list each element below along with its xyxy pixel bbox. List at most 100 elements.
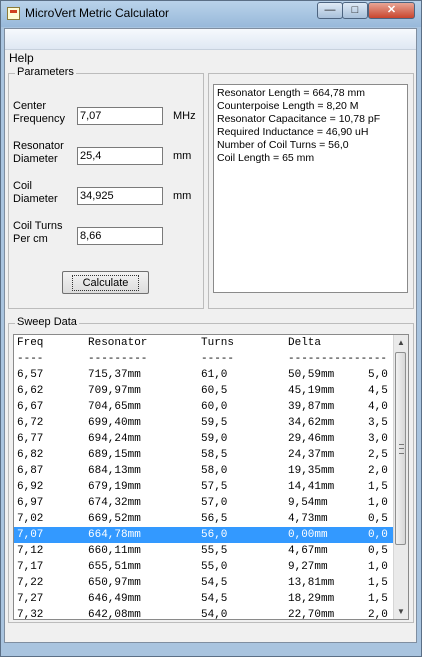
menu-bar — [5, 29, 416, 50]
cell: 684,13mm — [88, 465, 141, 477]
cell: 709,97mm — [88, 385, 141, 397]
cell: 6,97 — [17, 497, 44, 509]
coil-diameter-unit: mm — [173, 190, 192, 202]
cell: 669,52mm — [88, 513, 141, 525]
list-item[interactable]: 6,87 684,13mm 58,0 19,35mm 2,0 — [14, 463, 395, 479]
scroll-up-icon[interactable]: ▲ — [394, 335, 408, 350]
cell: 59,0 — [201, 433, 228, 445]
cell: 22,70mm — [288, 609, 335, 620]
cell: 1,5 — [368, 577, 388, 589]
cell: 18,29mm — [288, 593, 335, 605]
cell: 50,59mm — [288, 369, 335, 381]
cell: 7,12 — [17, 545, 44, 557]
cell: 6,57 — [17, 369, 44, 381]
resonator-diameter-input[interactable] — [77, 147, 163, 165]
cell: 57,0 — [201, 497, 228, 509]
list-item[interactable]: 6,72 699,40mm 59,5 34,62mm 3,5 — [14, 415, 395, 431]
cell: 1,5 — [368, 481, 388, 493]
center-frequency-label-line1: Center — [13, 100, 47, 112]
cell: 55,0 — [201, 561, 228, 573]
cell: 56,0 — [201, 529, 228, 541]
list-item[interactable]: 6,77 694,24mm 59,0 29,46mm 3,0 — [14, 431, 395, 447]
cell: 34,62mm — [288, 417, 335, 429]
cell: 6,72 — [17, 417, 44, 429]
result-required-inductance: Required Inductance = 46,90 uH — [217, 126, 369, 138]
cell: 7,22 — [17, 577, 44, 589]
cell: 4,5 — [368, 385, 388, 397]
cell: 6,67 — [17, 401, 44, 413]
cell: 664,78mm — [88, 529, 141, 541]
list-item[interactable]: 7,02 669,52mm 56,5 4,73mm 0,5 T — [14, 511, 401, 527]
cell: 646,49mm — [88, 593, 141, 605]
cell: 13,81mm — [288, 577, 335, 589]
result-counterpoise-length: Counterpoise Length = 8,20 M — [217, 100, 359, 112]
client-area: Help Parameters Center Frequency MHz Res… — [4, 28, 417, 643]
title-bar[interactable]: MicroVert Metric Calculator — □ ✕ — [1, 1, 421, 27]
list-item[interactable]: 7,17 655,51mm 55,0 9,27mm 1,0 T — [14, 559, 401, 575]
result-coil-turns: Number of Coil Turns = 56,0 — [217, 139, 349, 151]
scroll-down-icon[interactable]: ▼ — [394, 604, 408, 619]
cell: 704,65mm — [88, 401, 141, 413]
list-item[interactable]: 6,67 704,65mm 60,0 39,87mm 4,0 — [14, 399, 395, 415]
cell: 2,5 — [368, 449, 388, 461]
cell: 55,5 — [201, 545, 228, 557]
close-button[interactable]: ✕ — [368, 2, 415, 19]
cell: 6,77 — [17, 433, 44, 445]
cell: 655,51mm — [88, 561, 141, 573]
cell: --------------- — [288, 353, 388, 365]
cell: 4,67mm — [288, 545, 328, 557]
resonator-diameter-unit: mm — [173, 150, 192, 162]
app-window: MicroVert Metric Calculator — □ ✕ Help P… — [0, 0, 422, 657]
list-item[interactable]: 6,57 715,37mm 61,0 50,59mm 5,0 — [14, 367, 395, 383]
coil-diameter-input[interactable] — [77, 187, 163, 205]
list-item[interactable]: 6,97 674,32mm 57,0 9,54mm 1,0 T — [14, 495, 401, 511]
results-textbox[interactable]: Resonator Length = 664,78 mm Counterpois… — [213, 84, 408, 293]
sweep-data-list[interactable]: Freq Resonator Turns Delta ---- --------- ----… — [13, 334, 409, 620]
cell: 58,0 — [201, 465, 228, 477]
cell: 679,19mm — [88, 481, 141, 493]
cell: 3,0 — [368, 433, 388, 445]
cell: 715,37mm — [88, 369, 141, 381]
resonator-diameter-label-line1: Resonator — [13, 140, 64, 152]
cell: 2,0 — [368, 465, 388, 477]
cell: 7,17 — [17, 561, 44, 573]
cell: 45,19mm — [288, 385, 335, 397]
cell: 642,08mm — [88, 609, 141, 620]
sweep-data-title: Sweep Data — [15, 316, 79, 328]
cell: 39,87mm — [288, 401, 335, 413]
cell: 660,11mm — [88, 545, 141, 557]
coil-diameter-label-line2: Diameter — [13, 193, 58, 205]
cell: 699,40mm — [88, 417, 141, 429]
cell: 6,62 — [17, 385, 44, 397]
cell: 57,5 — [201, 481, 228, 493]
center-frequency-input[interactable] — [77, 107, 163, 125]
cell: 694,24mm — [88, 433, 141, 445]
menu-help[interactable]: Help — [9, 51, 34, 65]
list-header-row[interactable]: Freq Resonator Turns Delta — [14, 335, 395, 351]
result-coil-length: Coil Length = 65 mm — [217, 152, 315, 164]
list-item[interactable]: 7,22 650,97mm 54,5 13,81mm 1,5 — [14, 575, 395, 591]
vertical-scrollbar[interactable]: ▲ ▼ — [393, 335, 408, 619]
app-icon — [7, 7, 20, 20]
cell: 674,32mm — [88, 497, 141, 509]
cell: 9,54mm — [288, 497, 328, 509]
list-item[interactable]: 7,32 642,08mm 54,0 22,70mm 2,0 — [14, 607, 395, 620]
list-item[interactable]: 6,82 689,15mm 58,5 24,37mm 2,5 — [14, 447, 395, 463]
maximize-button[interactable]: □ — [342, 2, 368, 19]
coil-turns-label: Coil Turns Per cm — [13, 220, 63, 246]
list-item[interactable]: 7,12 660,11mm 55,5 4,67mm 0,5 T — [14, 543, 401, 559]
scroll-thumb[interactable] — [395, 352, 406, 545]
list-item[interactable]: 6,62 709,97mm 60,5 45,19mm 4,5 — [14, 383, 395, 399]
cell: 60,5 — [201, 385, 228, 397]
cell: 19,35mm — [288, 465, 335, 477]
list-item[interactable]: 6,92 679,19mm 57,5 14,41mm 1,5 — [14, 479, 395, 495]
list-item[interactable]: 7,27 646,49mm 54,5 18,29mm 1,5 — [14, 591, 395, 607]
cell: 2,0 — [368, 609, 388, 620]
calculate-button[interactable]: Calculate — [62, 271, 149, 294]
cell: 29,46mm — [288, 433, 335, 445]
list-item[interactable]: 7,07 664,78mm 56,0 0,00mm 0,0 T — [14, 527, 401, 543]
coil-turns-input[interactable] — [77, 227, 163, 245]
minimize-button[interactable]: — — [317, 2, 343, 19]
list-separator-row[interactable]: ---- --------- ----- --------------- — [14, 351, 395, 367]
calculate-button-label: Calculate — [71, 274, 140, 291]
